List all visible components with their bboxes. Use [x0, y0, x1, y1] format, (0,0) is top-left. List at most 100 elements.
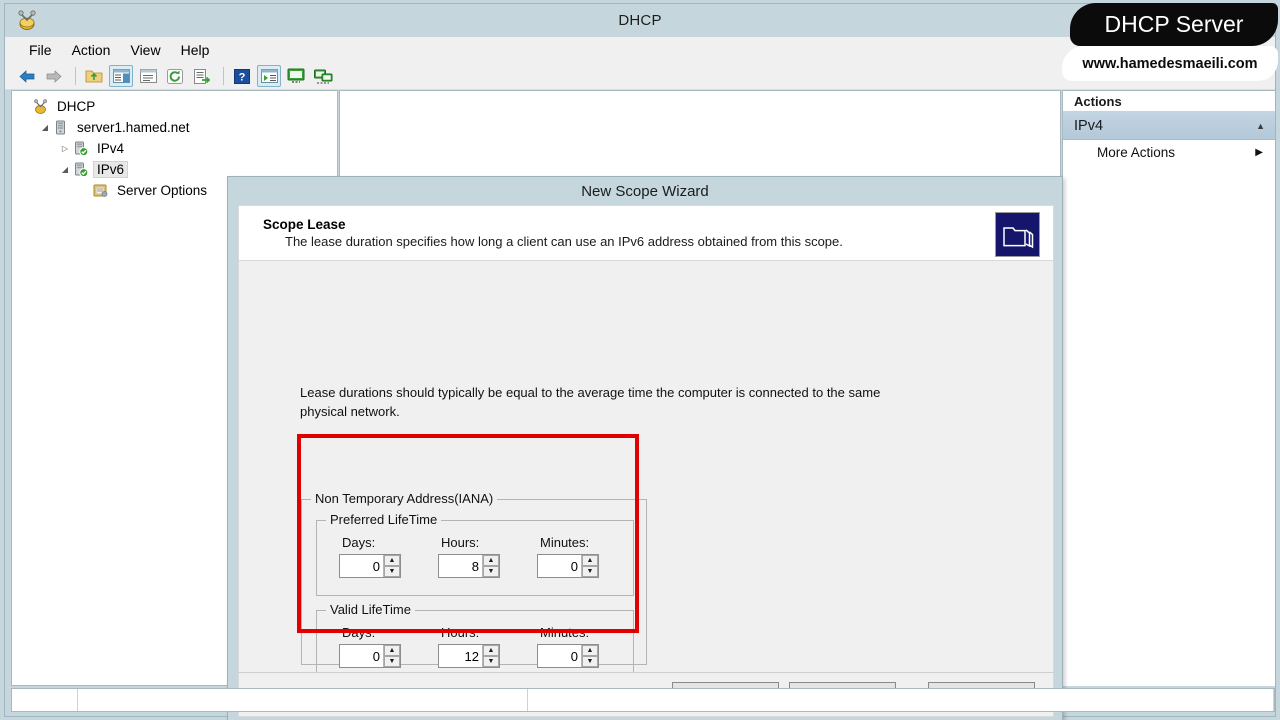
twisty-placeholder — [18, 100, 32, 114]
spinner-preferred-minutes[interactable]: 0 ▲ ▼ — [537, 554, 599, 578]
back-arrow-icon[interactable] — [15, 65, 39, 87]
spinner-preferred-days[interactable]: 0 ▲ ▼ — [339, 554, 401, 578]
spinner-down-icon[interactable]: ▼ — [582, 566, 598, 577]
watermark-url-banner: www.hamedesmaeili.com — [1062, 46, 1278, 81]
wizard-page-subtitle: The lease duration specifies how long a … — [285, 234, 843, 249]
label-preferred-minutes: Minutes: — [540, 535, 590, 550]
wizard-header: Scope Lease The lease duration specifies… — [238, 205, 1054, 261]
actions-item-label: More Actions — [1097, 144, 1176, 160]
group-legend-valid: Valid LifeTime — [326, 602, 415, 617]
value-preferred-days[interactable]: 0 — [340, 555, 383, 577]
display-statistics-icon[interactable] — [284, 65, 308, 87]
status-cell-3 — [528, 689, 1274, 711]
folders-icon — [995, 212, 1040, 257]
new-scope-wizard-dialog: New Scope Wizard Scope Lease The lease d… — [227, 176, 1063, 720]
export-list-icon[interactable] — [190, 65, 214, 87]
menu-view[interactable]: View — [120, 40, 170, 60]
tree-item-ipv4[interactable]: ▷ IPv4 — [18, 138, 337, 159]
field-preferred-days: Days: 0 ▲ ▼ — [339, 535, 433, 578]
watermark-logo: DHCP Server www.hamedesmaeili.com — [1056, 0, 1280, 88]
spinner-down-icon[interactable]: ▼ — [582, 656, 598, 667]
spinner-up-icon[interactable]: ▲ — [384, 555, 400, 566]
value-preferred-hours[interactable]: 8 — [439, 555, 482, 577]
toolbar-separator-2 — [223, 67, 224, 85]
dhcp-server-icon — [15, 8, 39, 32]
screen-root: DHCP File Action View Help ? DHCP ◢ serv… — [0, 0, 1280, 720]
group-preferred-lifetime: Preferred LifeTime Days: 0 ▲ ▼ Hours: 8 … — [316, 512, 634, 596]
twisty-expanded-icon[interactable]: ◢ — [38, 121, 52, 135]
actions-pane-header: Actions — [1063, 91, 1275, 112]
spinner-down-icon[interactable]: ▼ — [483, 566, 499, 577]
tree-label-server-options: Server Options — [117, 183, 208, 198]
spinner-up-icon[interactable]: ▲ — [384, 645, 400, 656]
actions-group-ipv4[interactable]: IPv4 ▲ — [1063, 112, 1275, 140]
label-preferred-hours: Hours: — [441, 535, 480, 550]
spinner-buttons-preferred-days: ▲ ▼ — [383, 555, 400, 577]
watermark-title-banner: DHCP Server — [1070, 3, 1278, 46]
actions-group-label: IPv4 — [1074, 117, 1104, 134]
server-options-icon — [92, 182, 109, 199]
value-valid-minutes[interactable]: 0 — [538, 645, 581, 667]
spinner-valid-hours[interactable]: 12 ▲ ▼ — [438, 644, 500, 668]
wizard-intro-text: Lease durations should typically be equa… — [300, 385, 881, 419]
up-folder-icon[interactable] — [82, 65, 106, 87]
field-valid-days: Days: 0 ▲ ▼ — [339, 625, 433, 668]
spinner-preferred-hours[interactable]: 8 ▲ ▼ — [438, 554, 500, 578]
svg-text:?: ? — [239, 71, 246, 83]
twisty-collapsed-icon[interactable]: ▷ — [58, 142, 72, 156]
help-icon[interactable]: ? — [230, 65, 254, 87]
wizard-header-text: Scope Lease The lease duration specifies… — [239, 217, 843, 249]
console-content: DHCP ◢ server1.hamed.net ▷ IPv4 ◢ IPv6 S… — [5, 90, 1275, 720]
group-non-temporary-address-iana: Non Temporary Address(IANA) Preferred Li… — [301, 491, 647, 686]
spinner-buttons-valid-days: ▲ ▼ — [383, 645, 400, 667]
tree-item-server[interactable]: ◢ server1.hamed.net — [18, 117, 337, 138]
menu-action[interactable]: Action — [62, 40, 121, 60]
spinner-buttons-preferred-minutes: ▲ ▼ — [581, 555, 598, 577]
field-preferred-hours: Hours: 8 ▲ ▼ — [438, 535, 532, 578]
label-valid-days: Days: — [342, 625, 376, 640]
spinner-up-icon[interactable]: ▲ — [483, 555, 499, 566]
toolbar-separator — [75, 67, 76, 85]
spinner-up-icon[interactable]: ▲ — [483, 645, 499, 656]
tree-label-ipv4: IPv4 — [97, 141, 125, 156]
spinner-buttons-valid-minutes: ▲ ▼ — [581, 645, 598, 667]
show-action-pane-icon[interactable] — [257, 65, 281, 87]
preferred-lifetime-fields: Days: 0 ▲ ▼ Hours: 8 ▲ ▼ Minutes: 0 ▲ ▼ — [317, 535, 633, 591]
chevron-right-icon[interactable]: ▶ — [1255, 147, 1263, 158]
show-hide-console-tree-icon[interactable] — [109, 65, 133, 87]
menu-help[interactable]: Help — [171, 40, 220, 60]
tree-item-dhcp[interactable]: DHCP — [18, 96, 337, 117]
wizard-body: Lease durations should typically be equa… — [238, 261, 1054, 686]
value-valid-days[interactable]: 0 — [340, 645, 383, 667]
spinner-buttons-valid-hours: ▲ ▼ — [482, 645, 499, 667]
wizard-title: New Scope Wizard — [581, 182, 709, 200]
server-icon — [52, 119, 69, 136]
menu-file[interactable]: File — [19, 40, 62, 60]
value-valid-hours[interactable]: 12 — [439, 645, 482, 667]
field-valid-minutes: Minutes: 0 ▲ ▼ — [537, 625, 631, 668]
tree-label-dhcp: DHCP — [57, 99, 96, 114]
spinner-up-icon[interactable]: ▲ — [582, 645, 598, 656]
spinner-down-icon[interactable]: ▼ — [384, 656, 400, 667]
properties-icon[interactable] — [136, 65, 160, 87]
spinner-valid-days[interactable]: 0 ▲ ▼ — [339, 644, 401, 668]
add-server-icon[interactable] — [311, 65, 335, 87]
status-bar — [11, 688, 1275, 712]
twisty-expanded-icon-ipv6[interactable]: ◢ — [58, 163, 72, 177]
wizard-page-title: Scope Lease — [263, 217, 346, 232]
tree-label-ipv6: IPv6 — [92, 161, 129, 178]
dhcp-console-window: DHCP File Action View Help ? DHCP ◢ serv… — [4, 3, 1276, 720]
watermark-url: www.hamedesmaeili.com — [1082, 55, 1258, 72]
label-valid-hours: Hours: — [441, 625, 480, 640]
chevron-up-icon[interactable]: ▲ — [1256, 121, 1265, 131]
label-valid-minutes: Minutes: — [540, 625, 590, 640]
forward-arrow-icon[interactable] — [42, 65, 66, 87]
spinner-up-icon[interactable]: ▲ — [582, 555, 598, 566]
refresh-icon[interactable] — [163, 65, 187, 87]
twisty-placeholder-2 — [78, 184, 92, 198]
spinner-valid-minutes[interactable]: 0 ▲ ▼ — [537, 644, 599, 668]
spinner-down-icon[interactable]: ▼ — [483, 656, 499, 667]
value-preferred-minutes[interactable]: 0 — [538, 555, 581, 577]
actions-item-more-actions[interactable]: More Actions ▶ — [1063, 140, 1275, 164]
spinner-down-icon[interactable]: ▼ — [384, 566, 400, 577]
